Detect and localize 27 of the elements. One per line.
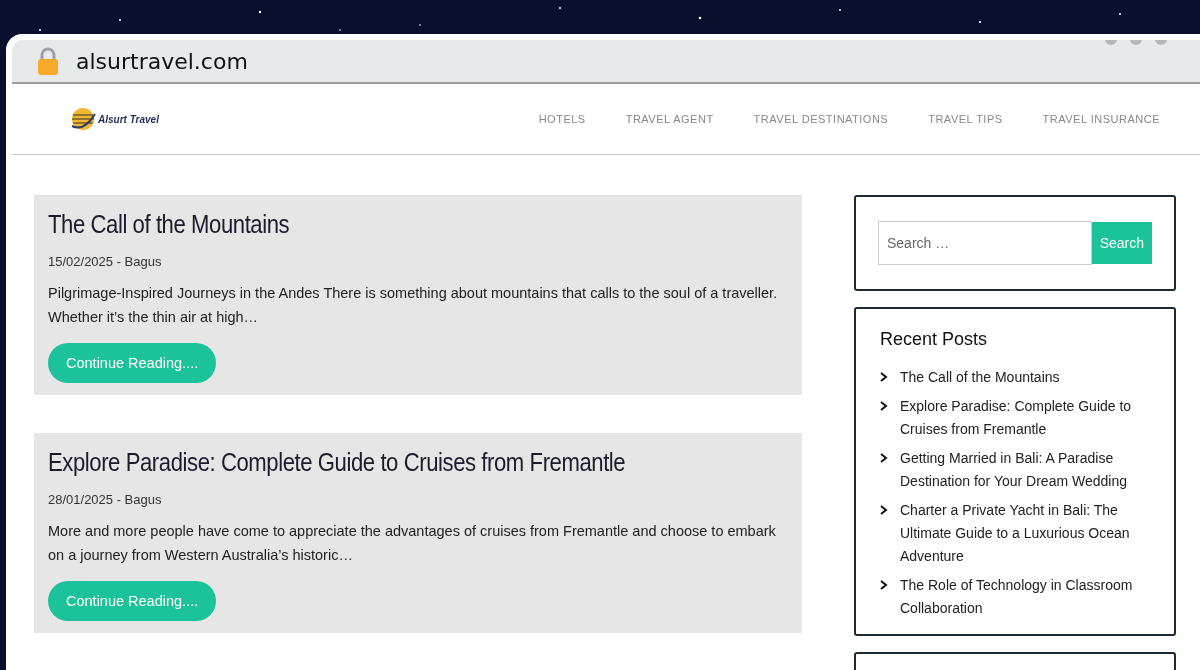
nav-link[interactable]: TRAVEL TIPS: [928, 113, 1003, 125]
post-title[interactable]: The Call of the Mountains: [48, 209, 677, 240]
nav-link[interactable]: TRAVEL AGENT: [625, 113, 714, 125]
chevron-icon: [880, 401, 888, 411]
recent-post-link[interactable]: Charter a Private Yacht in Bali: The Ultimate Guide to a Luxurious Ocean Adventure: [900, 499, 1150, 568]
post-title[interactable]: Explore Paradise: Complete Guide to Cruises from Fremantle: [48, 447, 677, 478]
recent-post-link[interactable]: The Call of the Mountains: [900, 366, 1060, 389]
chevron-icon: [880, 453, 888, 463]
url-text: alsurtravel.com: [76, 48, 248, 74]
post-excerpt: Pilgrimage-Inspired Journeys in the Andes There is something about mountains that calls to the soul of a traveller. Whether it’s the thin air at high…: [48, 284, 779, 327]
padlock-icon: [36, 46, 60, 76]
nav-link[interactable]: HOTELS: [538, 113, 586, 125]
post-excerpt: More and more people have come to appreciate the advantages of cruises from Fremantle and choose to embark on a journey from Western Australia’s historic…: [48, 522, 777, 565]
nav-link[interactable]: TRAVEL INSURANCE: [1042, 113, 1160, 125]
chevron-icon: [880, 505, 888, 515]
post-meta: 15/02/2025 - Bagus: [48, 254, 163, 269]
recent-post-link[interactable]: The Role of Technology in Classroom Collaboration: [900, 574, 1150, 620]
chevron-icon: [880, 372, 888, 382]
globe-logo-icon: [70, 106, 96, 132]
recent-post-link[interactable]: Getting Married in Bali: A Paradise Destination for Your Dream Wedding: [900, 447, 1150, 493]
recent-post-link[interactable]: Explore Paradise: Complete Guide to Cruises from Fremantle: [900, 395, 1150, 441]
widget-title: Recent Posts: [880, 329, 989, 350]
search-field[interactable]: Search …: [878, 221, 1092, 265]
logo-text[interactable]: Alsurt Travel: [98, 113, 159, 125]
post-meta: 28/01/2025 - Bagus: [48, 492, 163, 507]
nav-link[interactable]: TRAVEL DESTINATIONS: [753, 113, 889, 125]
chevron-icon: [880, 580, 888, 590]
